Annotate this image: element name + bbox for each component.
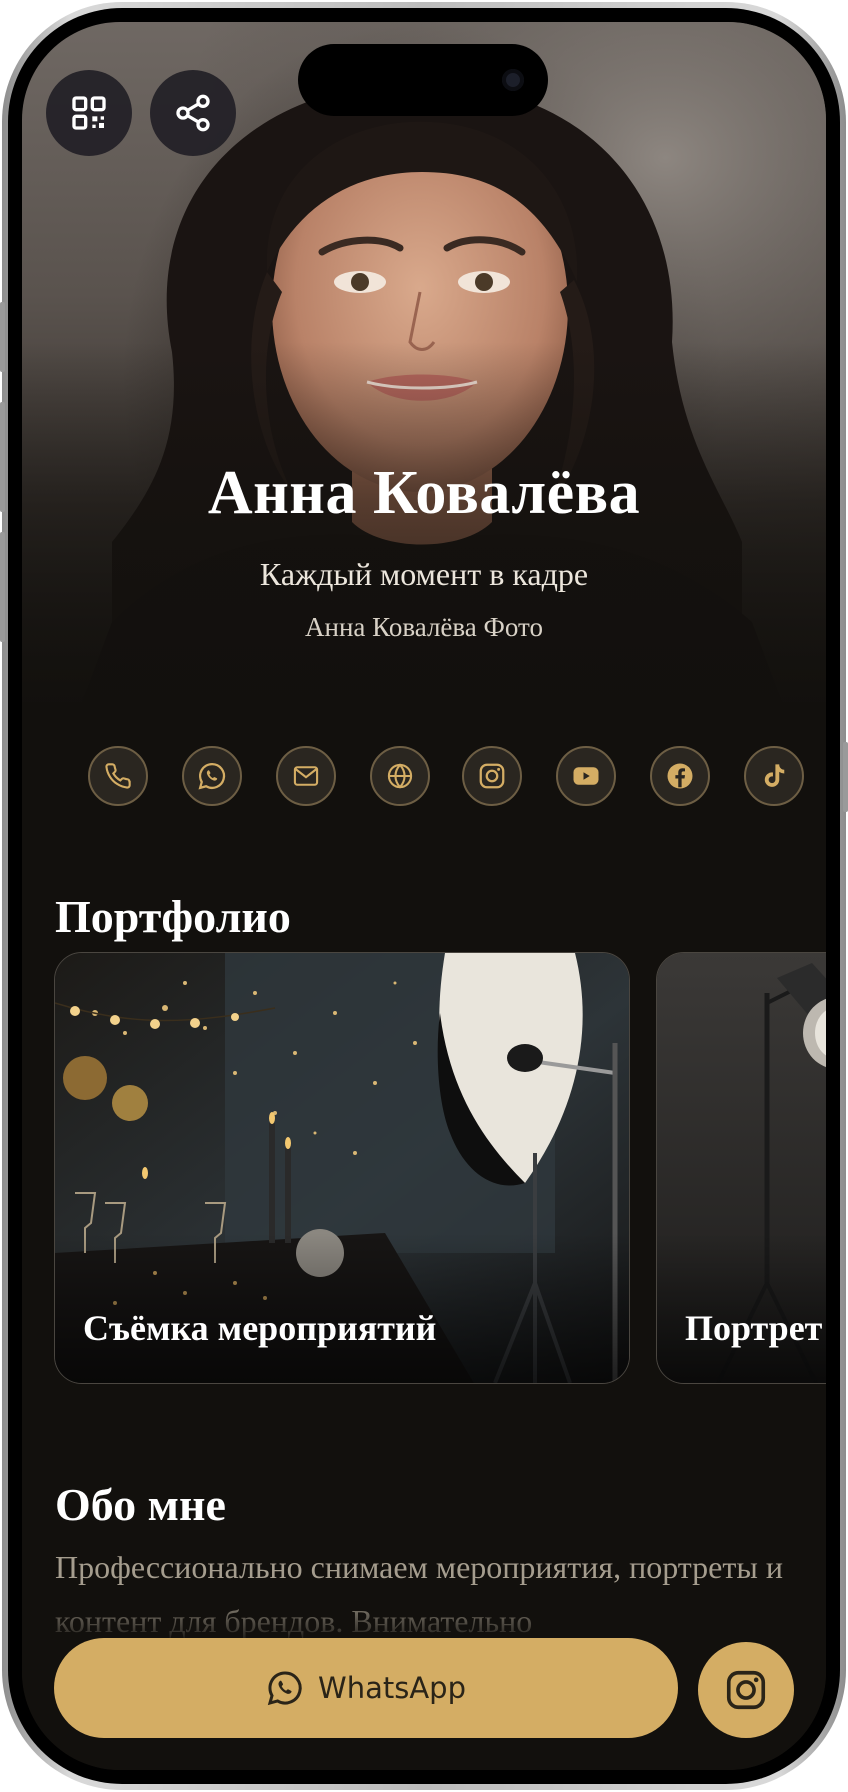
about-title: Обо мне: [55, 1479, 226, 1530]
share-icon: [176, 94, 210, 132]
profile-company: Анна Ковалёва Фото: [305, 612, 543, 642]
dynamic-island: [298, 44, 548, 116]
globe-icon: [387, 763, 413, 789]
share-button[interactable]: [150, 70, 236, 156]
contact-icons-row: [66, 746, 804, 806]
portfolio-card-label: Съёмка мероприятий: [83, 1308, 437, 1348]
contact-instagram-button[interactable]: [462, 746, 522, 806]
instagram-icon: [726, 1670, 766, 1710]
contact-email-button[interactable]: [276, 746, 336, 806]
contact-tiktok-button[interactable]: [744, 746, 804, 806]
profile-tagline: Каждый момент в кадре: [259, 556, 589, 592]
contact-phone-button[interactable]: [88, 746, 148, 806]
instagram-icon: [479, 763, 505, 789]
contact-youtube-button[interactable]: [556, 746, 616, 806]
volume-down-button: [0, 532, 5, 642]
whatsapp-cta-label: WhatsApp: [318, 1671, 466, 1705]
contact-facebook-button[interactable]: [650, 746, 710, 806]
profile-name: Анна Ковалёва: [207, 459, 641, 527]
volume-up-button: [0, 402, 5, 512]
portfolio-card-events[interactable]: Съёмка мероприятий: [54, 952, 630, 1384]
mail-icon: [293, 766, 319, 786]
whatsapp-icon: [198, 762, 226, 790]
facebook-icon: [667, 763, 693, 789]
phone-icon: [105, 763, 131, 789]
side-button: [0, 302, 5, 372]
power-button: [843, 742, 848, 812]
front-camera: [502, 69, 524, 91]
contact-website-button[interactable]: [370, 746, 430, 806]
screen: Анна Ковалёва Каждый момент в кадре Анна…: [22, 22, 826, 1770]
portfolio-title: Портфолио: [55, 891, 291, 942]
qr-code-icon: [72, 96, 106, 130]
whatsapp-icon: [267, 1671, 302, 1706]
tiktok-icon: [764, 764, 785, 787]
whatsapp-cta-button[interactable]: WhatsApp: [54, 1638, 678, 1738]
instagram-cta-button[interactable]: [698, 1642, 794, 1738]
contact-whatsapp-button[interactable]: [182, 746, 242, 806]
portfolio-card-portrait[interactable]: Портрет: [656, 952, 826, 1384]
portfolio-card-label: Портрет: [685, 1308, 823, 1348]
hero-cover: Анна Ковалёва Каждый момент в кадре Анна…: [22, 22, 826, 702]
youtube-icon: [573, 767, 599, 785]
qr-code-button[interactable]: [46, 70, 132, 156]
